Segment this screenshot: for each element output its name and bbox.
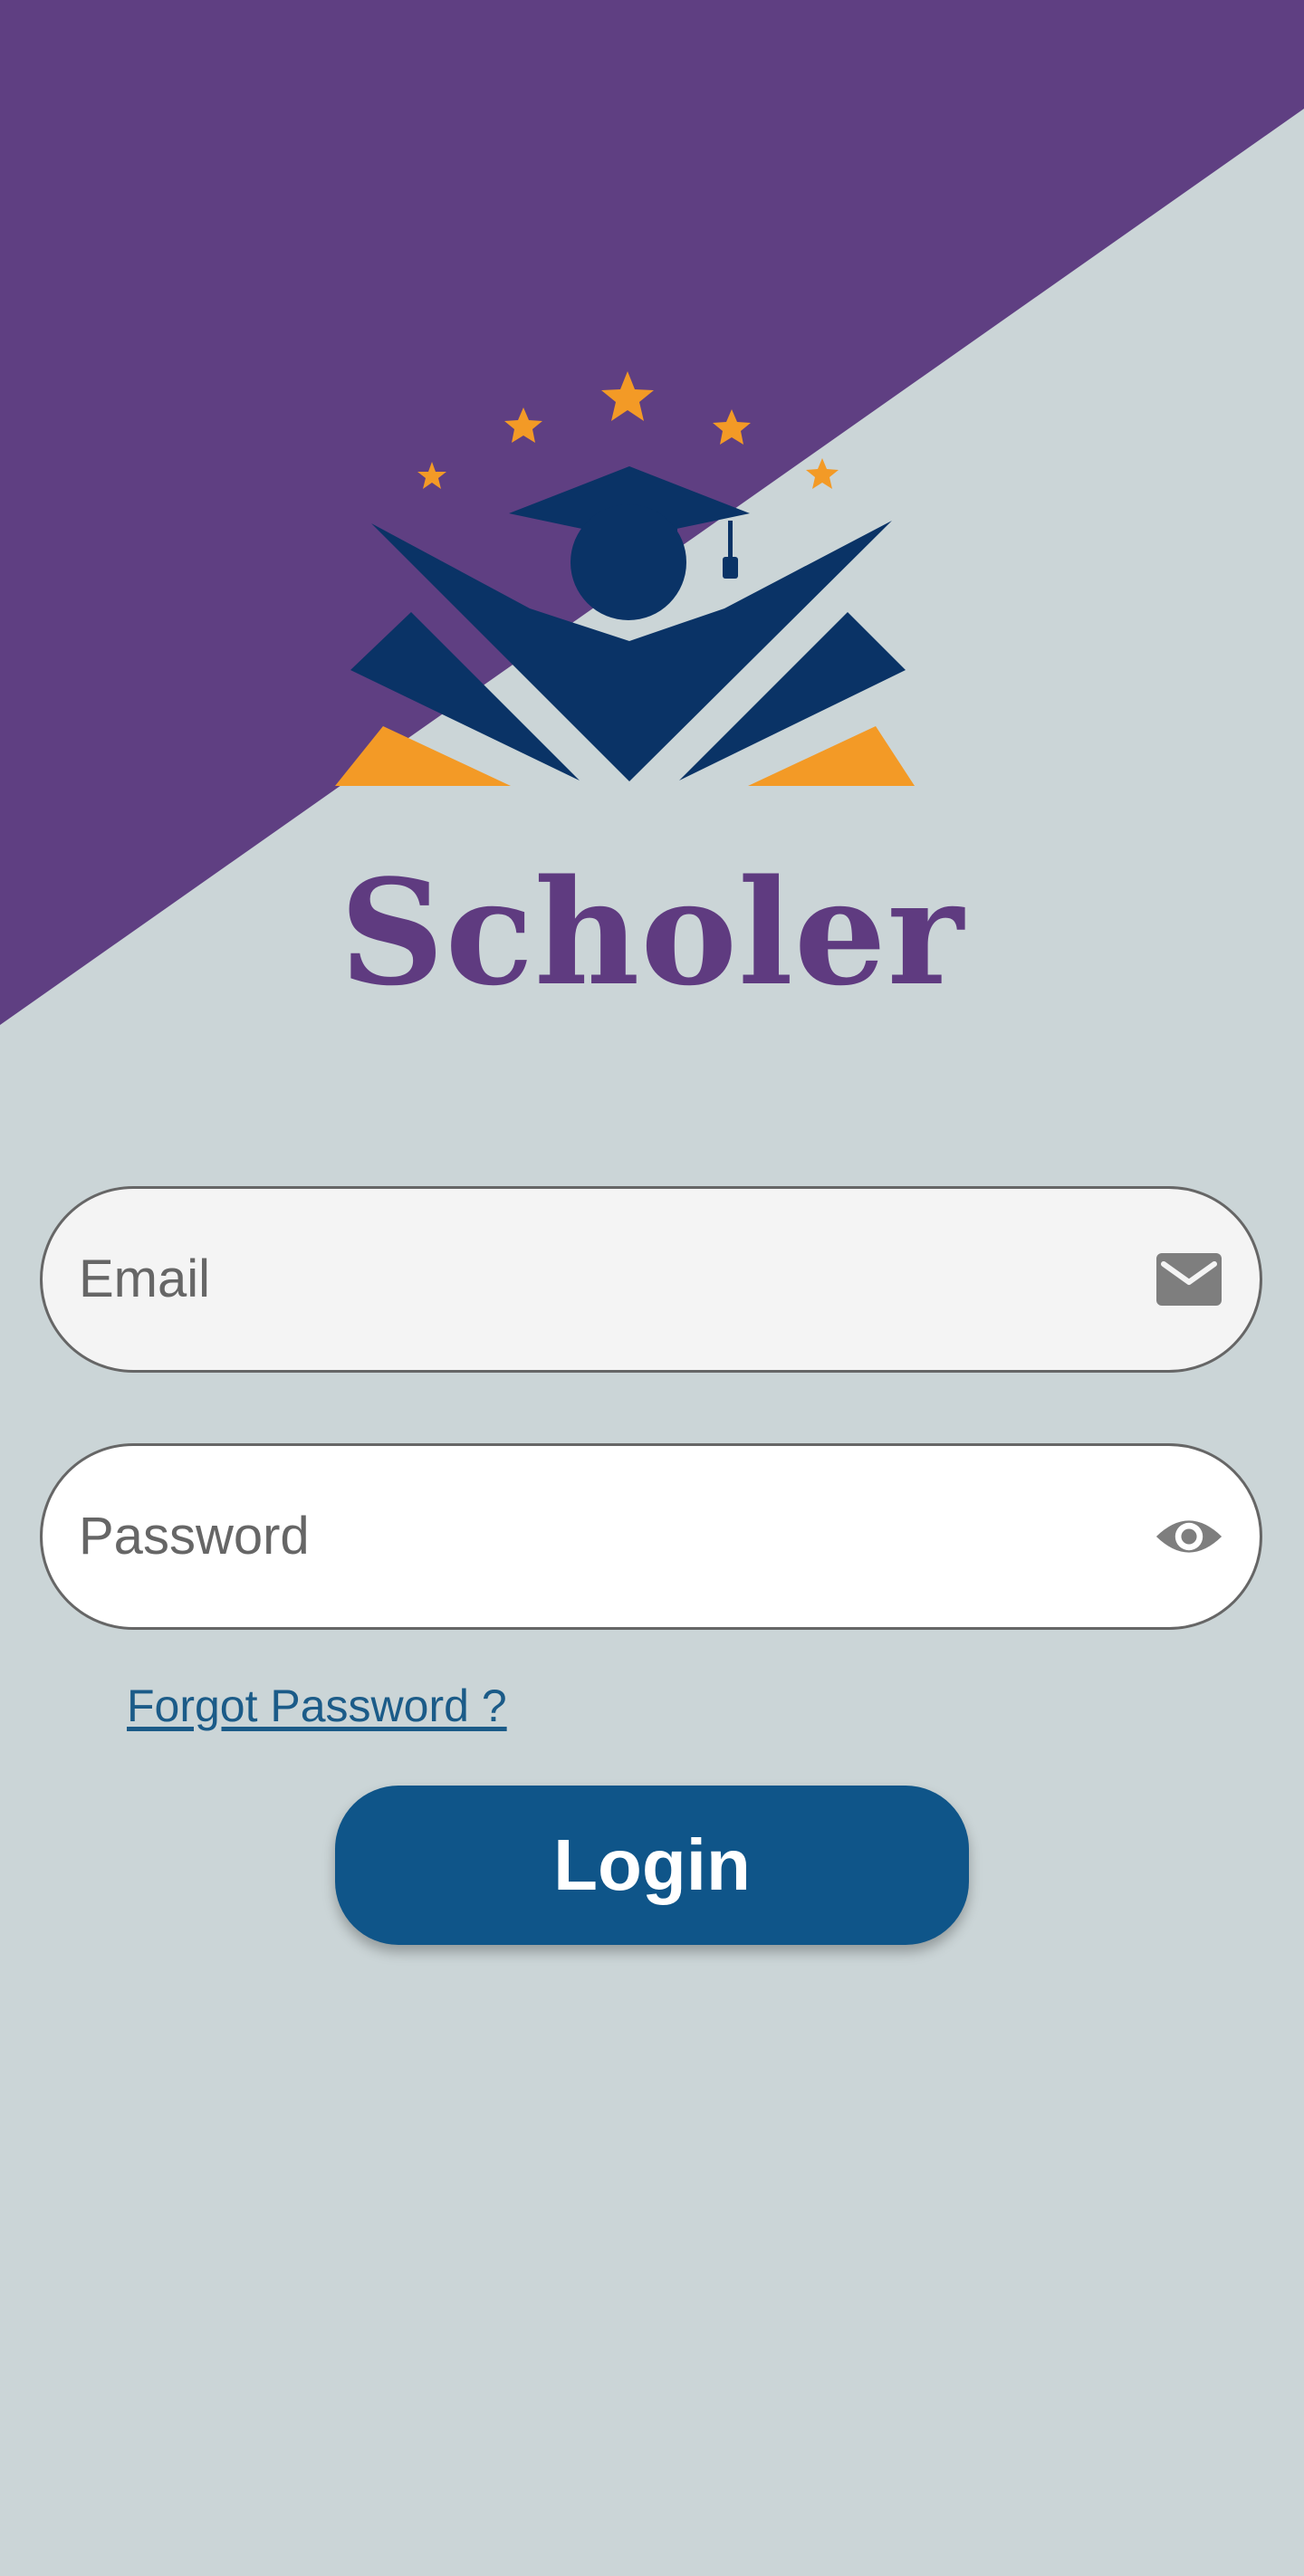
logo-star <box>601 371 654 421</box>
email-icon <box>1156 1253 1222 1306</box>
email-placeholder: Email <box>79 1250 211 1308</box>
login-screen: Scholer Email Password Forgot Password ?… <box>0 0 1304 2576</box>
logo-star <box>806 458 839 489</box>
logo-star <box>713 409 751 445</box>
logo-star <box>417 462 446 489</box>
eye-icon[interactable] <box>1155 1505 1223 1568</box>
email-field[interactable]: Email <box>40 1186 1262 1373</box>
login-button[interactable]: Login <box>335 1786 969 1945</box>
password-field[interactable]: Password <box>40 1443 1262 1630</box>
logo-star <box>504 407 542 443</box>
password-placeholder: Password <box>79 1507 310 1566</box>
app-title: Scholer <box>340 847 964 1018</box>
scholer-logo <box>335 371 915 786</box>
forgot-password-link[interactable]: Forgot Password ? <box>127 1680 507 1732</box>
